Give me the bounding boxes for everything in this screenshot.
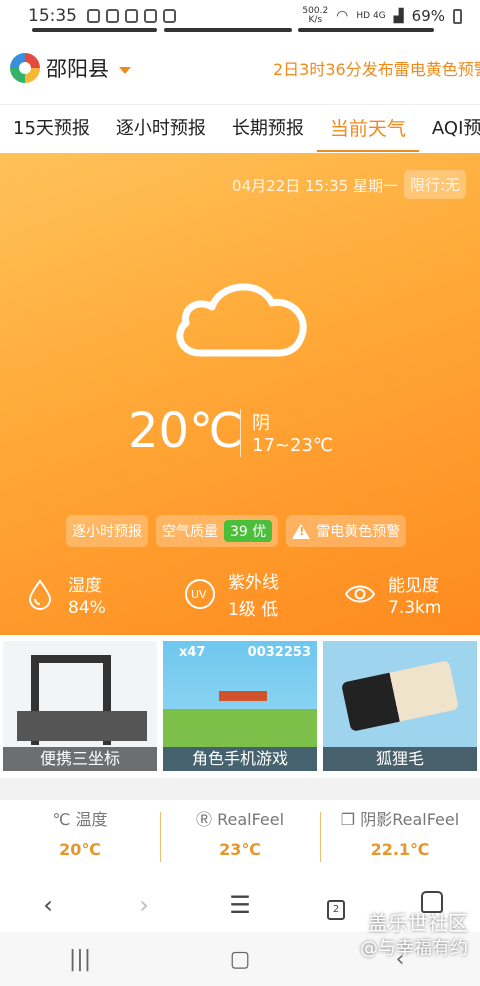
signal-icon: ▟	[393, 8, 404, 24]
menu-icon[interactable]: ☰	[192, 891, 288, 919]
humidity-label: 湿度	[68, 575, 102, 596]
watermark: 盖乐世社区 @与幸福有约	[360, 911, 468, 959]
metric-shade-realfeel: ❐ 阴影RealFeel 22.1℃	[320, 806, 480, 866]
metric-value: 23℃	[219, 840, 261, 859]
weather-stats: 湿度 84% UV 紫外线 1级 低 能见度 7.3km	[0, 568, 480, 620]
registered-icon: Ⓡ	[195, 810, 212, 829]
ad-caption: 狐狸毛	[323, 747, 477, 771]
recent-apps-icon[interactable]: |||	[0, 947, 160, 972]
metric-value: 20℃	[59, 840, 101, 859]
cloud-icon	[87, 9, 100, 23]
ad-caption: 角色手机游戏	[163, 747, 317, 771]
air-quality-label: 空气质量	[162, 524, 218, 540]
browser-tab-strip	[164, 28, 292, 32]
bag-icon	[144, 9, 157, 23]
eye-icon	[344, 585, 376, 603]
game-lives: x47	[179, 645, 206, 660]
uv-stat: UV 紫外线 1级 低	[160, 568, 320, 620]
game-blocks-image	[219, 691, 267, 701]
droplet-icon	[28, 579, 52, 610]
bag-icon	[163, 9, 176, 23]
tab-count: 2	[327, 900, 345, 920]
status-right: 500.2 K/s ◠ HD 4G ▟ 69%	[302, 7, 462, 25]
warning-chip[interactable]: 雷电黄色预警	[286, 515, 407, 547]
wifi-icon: ◠	[336, 8, 349, 24]
image-icon	[106, 9, 119, 23]
current-temperature: 20℃	[128, 403, 243, 459]
warning-label: 雷电黄色预警	[316, 524, 401, 540]
ad-tile-game[interactable]: x47 0032253 角色手机游戏	[163, 641, 317, 771]
network-label: HD 4G	[356, 11, 386, 21]
game-ground-image	[163, 709, 317, 747]
cloud-icon	[176, 283, 307, 357]
temperature-range: 17~23℃	[252, 435, 334, 456]
ad-banners: 便携三坐标 x47 0032253 角色手机游戏 狐狸毛	[0, 641, 480, 771]
cmm-base-image	[17, 711, 147, 741]
hourly-forecast-chip[interactable]: 逐小时预报	[66, 515, 148, 547]
metric-realfeel: Ⓡ RealFeel 23℃	[160, 806, 320, 866]
brush-image	[341, 660, 459, 732]
alert-text: 2日3时36分发布雷电黄色预警	[273, 60, 480, 79]
ad-caption: 便携三坐标	[3, 747, 157, 771]
visibility-value: 7.3km	[388, 597, 442, 618]
forward-icon[interactable]: ›	[96, 891, 192, 919]
shade-icon: ❐	[340, 810, 356, 829]
tab-current-weather[interactable]: 当前天气	[316, 105, 419, 152]
battery-text: 69%	[411, 7, 445, 25]
tab-15-day[interactable]: 15天预报	[0, 105, 103, 152]
ad-tile-cmm[interactable]: 便携三坐标	[3, 641, 157, 771]
info-chips: 逐小时预报 空气质量 39 优 雷电黄色预警	[66, 515, 407, 547]
visibility-label: 能见度	[388, 575, 439, 596]
uv-icon-label: UV	[191, 587, 207, 601]
visibility-stat: 能见度 7.3km	[320, 568, 480, 620]
app-logo	[10, 53, 40, 83]
bag-icon	[125, 9, 138, 23]
humidity-value: 84%	[68, 597, 106, 618]
status-time: 15:35	[28, 6, 77, 26]
uv-value: 1级 低	[228, 600, 279, 620]
tab-hourly[interactable]: 逐小时预报	[103, 105, 219, 152]
section-divider	[0, 778, 480, 800]
traffic-limit-badge: 限行:无	[403, 170, 466, 199]
browser-tab-strip	[32, 28, 157, 32]
home-nav-icon[interactable]: ▢	[160, 947, 320, 972]
alert-ticker[interactable]: 2日3时36分发布雷电黄色预警	[265, 44, 480, 92]
hourly-forecast-label: 逐小时预报	[72, 524, 142, 540]
back-icon[interactable]: ‹	[0, 891, 96, 919]
temperature-metrics: ℃ 温度 20℃ Ⓡ RealFeel 23℃ ❐ 阴影RealFeel 22.…	[0, 806, 480, 866]
tab-long-term[interactable]: 长期预报	[219, 105, 317, 152]
chevron-down-icon[interactable]	[119, 66, 131, 74]
metric-label: ❐ 阴影RealFeel	[340, 810, 460, 829]
app-header: 邵阳县 2日3时36分发布雷电黄色预警	[0, 44, 480, 92]
weather-condition: 阴	[252, 413, 270, 434]
metric-temperature: ℃ 温度 20℃	[0, 806, 160, 866]
game-score: 0032253	[247, 645, 311, 660]
battery-icon	[453, 8, 462, 24]
humidity-stat: 湿度 84%	[0, 568, 160, 620]
aqi-badge: 39 优	[224, 520, 273, 542]
warning-icon	[292, 523, 311, 539]
observation-datetime: 04月22日 15:35 星期一	[232, 177, 398, 195]
metric-value: 22.1℃	[370, 840, 430, 859]
browser-tab-strip	[298, 28, 434, 32]
uv-label: 紫外线	[228, 573, 279, 593]
ad-tile-brush[interactable]: 狐狸毛	[323, 641, 477, 771]
metric-label: Ⓡ RealFeel	[195, 810, 285, 829]
notification-icons	[87, 9, 176, 23]
divider	[240, 409, 241, 457]
city-name[interactable]: 邵阳县	[46, 53, 109, 83]
tab-aqi-forecast[interactable]: AQI预报	[419, 105, 480, 152]
forecast-tabs: 15天预报 逐小时预报 长期预报 当前天气 AQI预报	[0, 104, 480, 152]
net-speed: 500.2 K/s	[302, 6, 329, 25]
metric-label: ℃ 温度	[52, 810, 108, 829]
current-weather-panel: 04月22日 15:35 星期一 限行:无 20℃ 阴 17~23℃ 逐小时预报…	[0, 153, 480, 635]
air-quality-chip[interactable]: 空气质量 39 优	[156, 515, 279, 547]
